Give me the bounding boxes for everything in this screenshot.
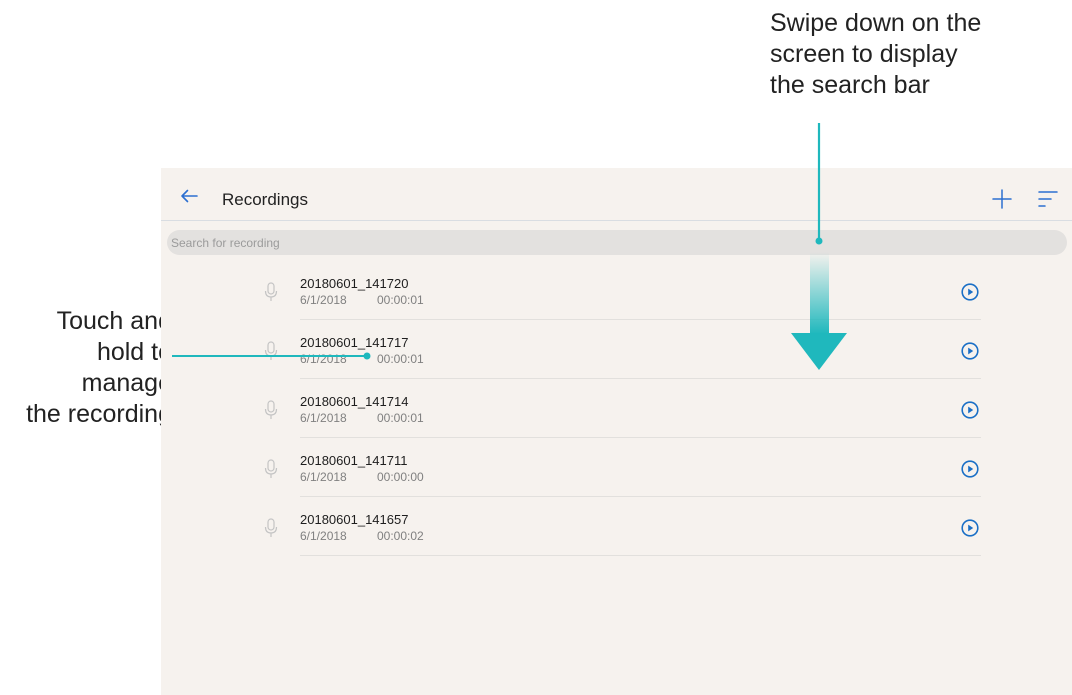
play-circle-icon[interactable] [961,519,979,537]
app-bar: Recordings [161,168,1072,221]
list-divider [300,555,981,556]
plus-icon[interactable] [991,188,1013,210]
recording-name: 20180601_141711 [300,453,408,468]
hold-callout-line: manage [81,369,172,397]
page-title: Recordings [222,190,308,209]
microphone-icon [264,341,278,360]
recording-duration: 00:00:01 [377,293,424,307]
recording-item[interactable]: 20180601_141714 6/1/2018 00:00:01 [161,378,1072,438]
recording-item[interactable]: 20180601_141720 6/1/2018 00:00:01 [161,260,1072,320]
recording-duration: 00:00:01 [377,411,424,425]
swipe-callout-line: the search bar [770,71,930,99]
recording-name: 20180601_141657 [300,512,409,527]
recording-date: 6/1/2018 [300,352,347,366]
sort-icon[interactable] [1037,189,1059,209]
hold-callout-line: hold to [96,338,172,366]
recording-name: 20180601_141714 [300,394,409,409]
hold-callout-text: Touch and hold to manage the recording [0,306,172,430]
recording-duration: 00:00:02 [377,529,424,543]
recorder-screen: Recordings Search for recording 20180601… [161,168,1072,695]
recording-duration: 00:00:01 [377,352,424,366]
microphone-icon [264,400,278,419]
play-circle-icon[interactable] [961,460,979,478]
back-button[interactable] [177,184,201,208]
recording-date: 6/1/2018 [300,411,347,425]
search-bar[interactable]: Search for recording [167,230,1067,255]
recording-date: 6/1/2018 [300,529,347,543]
swipe-callout-line: screen to display [770,40,958,68]
recording-duration: 00:00:00 [377,470,424,484]
recording-item[interactable]: 20180601_141717 6/1/2018 00:00:01 [161,319,1072,379]
search-placeholder: Search for recording [171,236,280,250]
microphone-icon [264,518,278,537]
recording-name: 20180601_141717 [300,335,409,350]
recording-date: 6/1/2018 [300,293,347,307]
recording-name: 20180601_141720 [300,276,409,291]
microphone-icon [264,282,278,301]
hold-callout-line: the recording [26,400,172,428]
swipe-callout-line: Swipe down on the [770,9,982,37]
recording-item[interactable]: 20180601_141711 6/1/2018 00:00:00 [161,437,1072,497]
microphone-icon [264,459,278,478]
arrow-left-icon [181,189,198,203]
recording-item[interactable]: 20180601_141657 6/1/2018 00:00:02 [161,496,1072,556]
play-circle-icon[interactable] [961,283,979,301]
swipe-callout-text: Swipe down on the screen to display the … [770,8,1070,101]
play-circle-icon[interactable] [961,401,979,419]
recording-date: 6/1/2018 [300,470,347,484]
hold-callout-line: Touch and [56,307,172,335]
play-circle-icon[interactable] [961,342,979,360]
